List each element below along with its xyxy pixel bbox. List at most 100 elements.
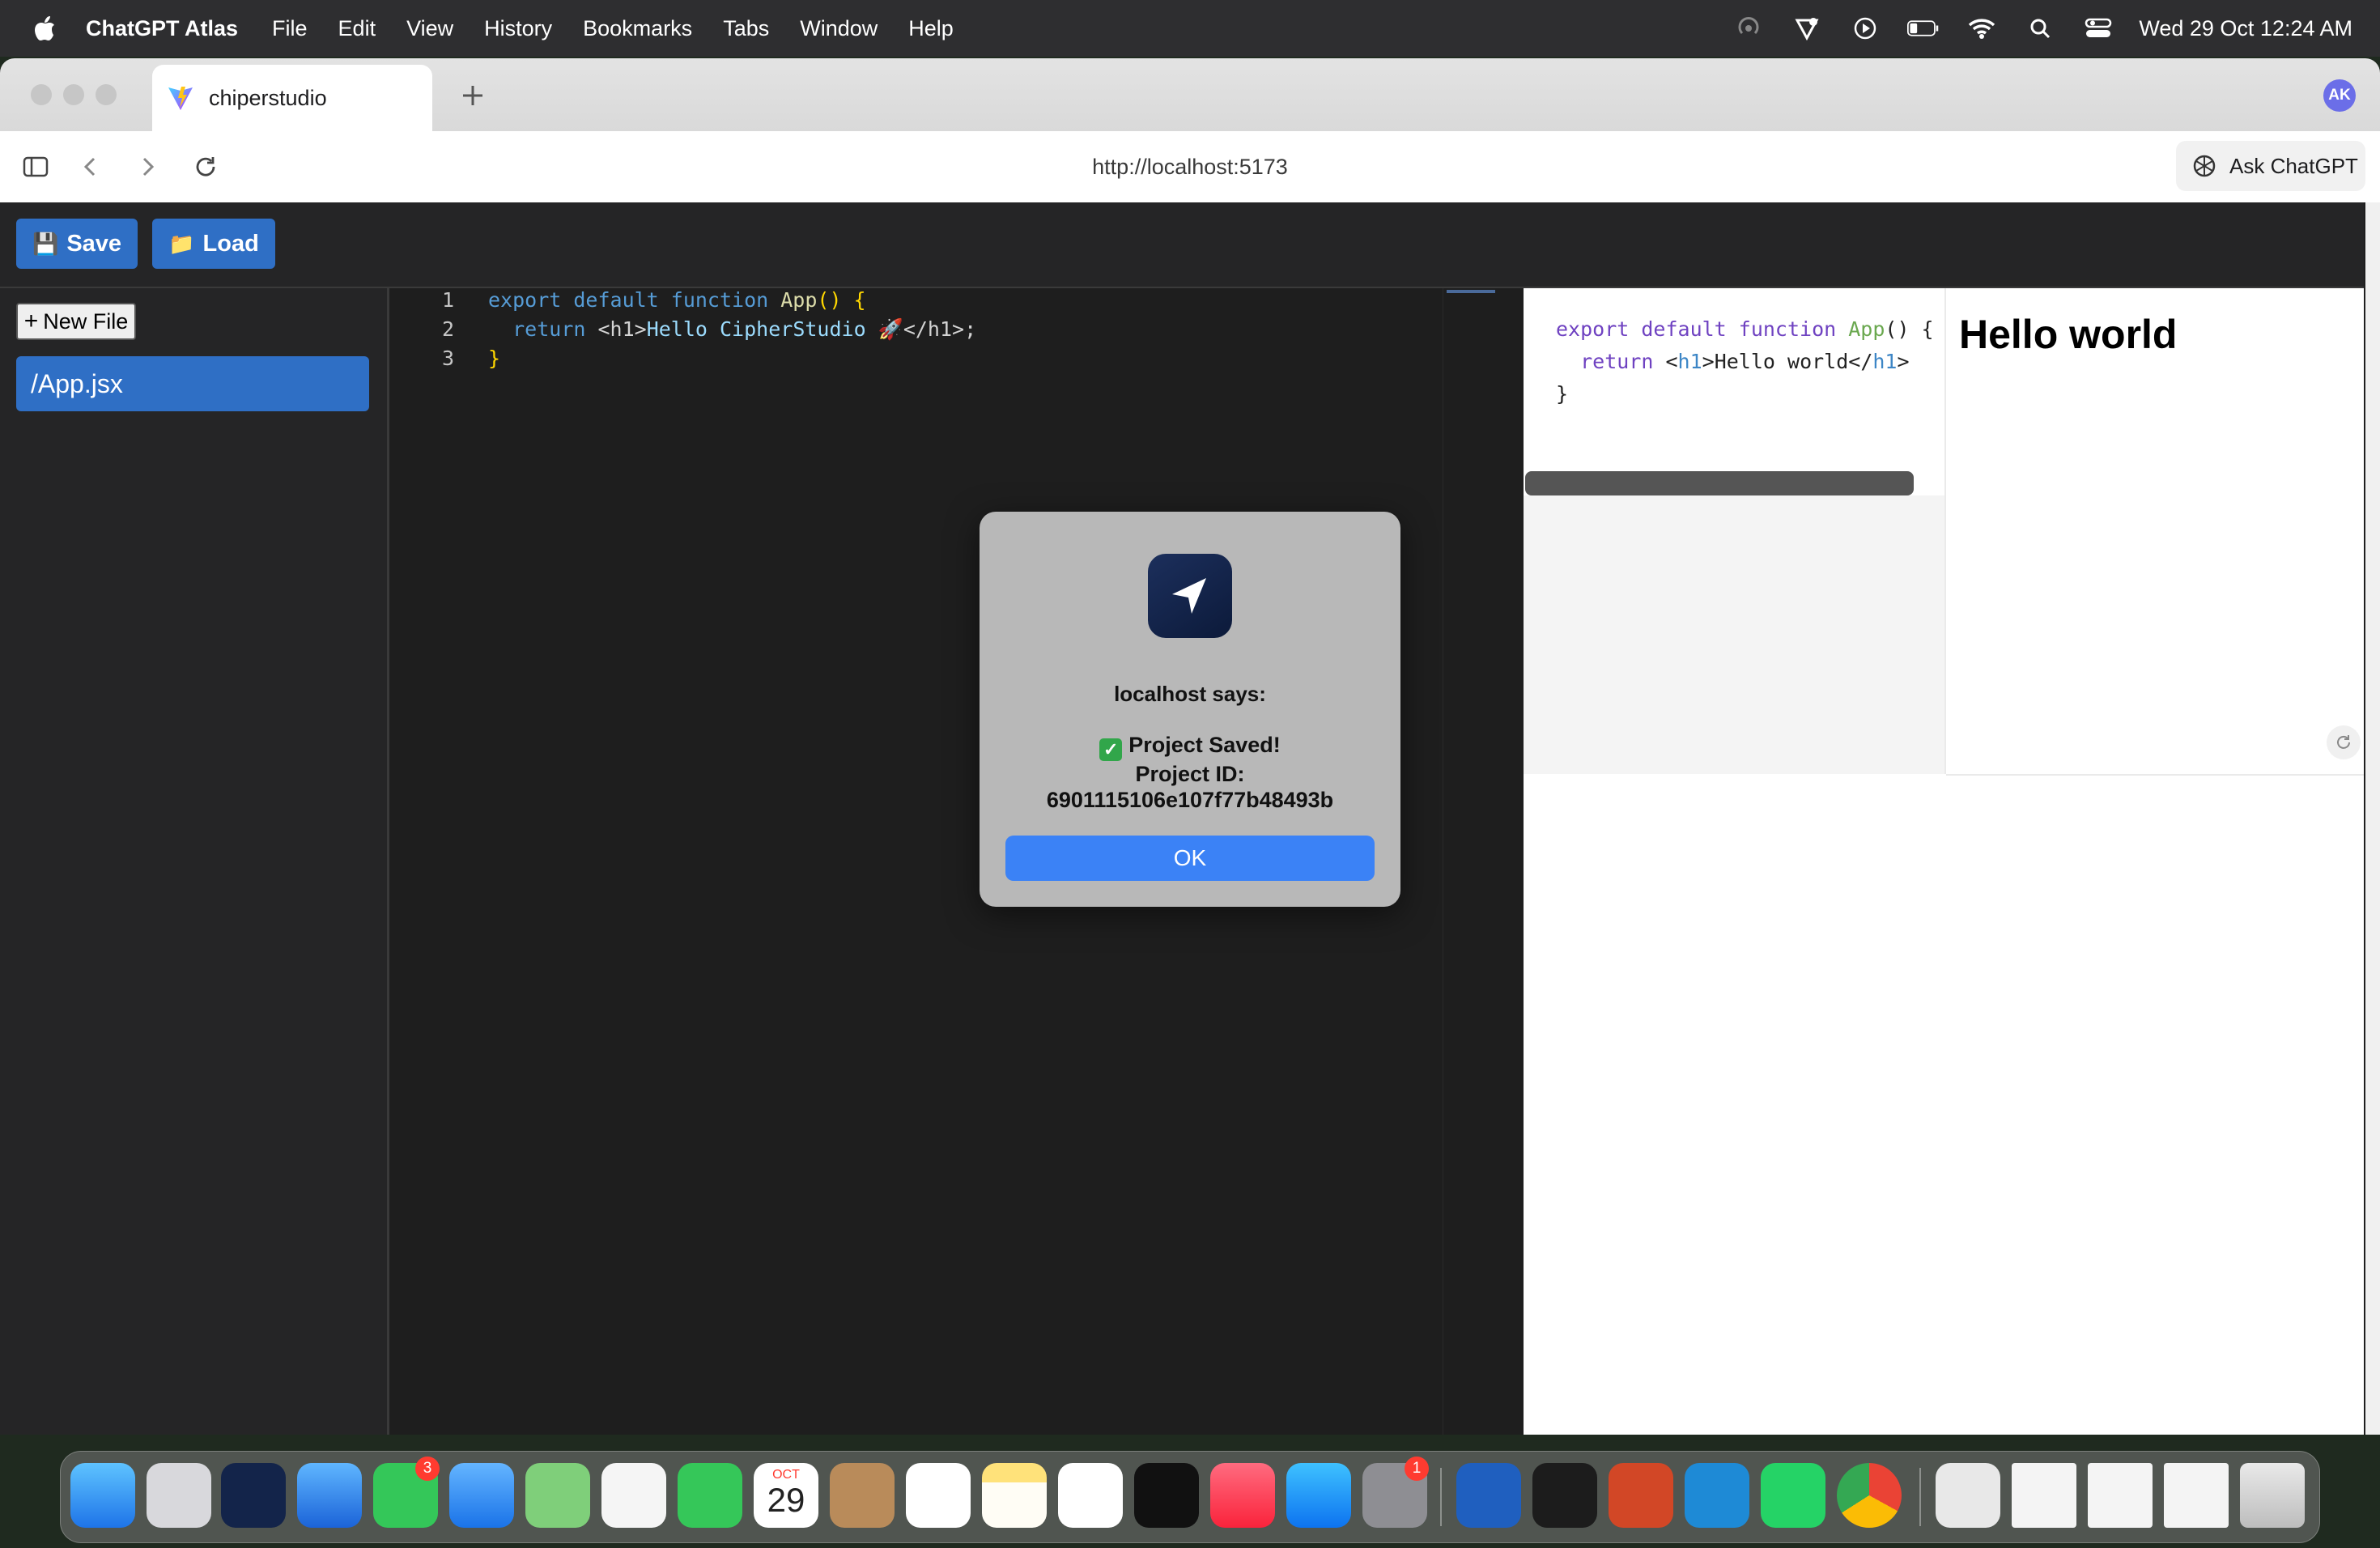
page-scrollbar[interactable]	[2365, 202, 2380, 1435]
menu-bar: ChatGPT Atlas File Edit View History Boo…	[0, 0, 2380, 57]
dialog-message-line-1: Project Saved!	[1128, 733, 1281, 757]
refresh-preview-button[interactable]	[2327, 725, 2361, 759]
new-file-label: New File	[43, 308, 129, 334]
menu-file[interactable]: File	[272, 16, 308, 41]
dock-calendar-icon[interactable]: OCT 29	[754, 1463, 818, 1528]
vpn-icon[interactable]	[1791, 15, 1823, 42]
dock-app-store-icon[interactable]	[1286, 1463, 1351, 1528]
code-line-1[interactable]: export default function App() {	[488, 288, 866, 312]
code-line-3[interactable]: }	[488, 347, 500, 370]
new-file-button[interactable]: + New File	[16, 303, 136, 340]
menu-help[interactable]: Help	[908, 16, 954, 41]
dock-terminal-icon[interactable]	[1532, 1463, 1597, 1528]
save-button-label: Save	[66, 230, 122, 257]
dock-mail-icon[interactable]	[449, 1463, 514, 1528]
play-icon[interactable]	[1849, 15, 1881, 42]
cipherstudio-app: 💾 Save 📁 Load + New File /App.jsx 1 2 3 …	[0, 202, 2380, 1435]
zoom-window-button[interactable]	[96, 84, 117, 105]
dock-preview-icon[interactable]	[1936, 1463, 2000, 1528]
chatgpt-atlas-icon	[1148, 554, 1232, 638]
back-icon[interactable]	[74, 151, 107, 183]
dock-reminders-icon[interactable]	[906, 1463, 971, 1528]
dock-finder-icon[interactable]	[70, 1463, 135, 1528]
dock-photos-icon[interactable]	[601, 1463, 666, 1528]
apple-icon[interactable]	[32, 15, 57, 42]
forward-icon[interactable]	[131, 151, 164, 183]
code-function-name: App	[780, 288, 818, 312]
code-keyword: export default function	[1556, 317, 1837, 341]
dock-music-icon[interactable]	[1210, 1463, 1275, 1528]
calendar-day: 29	[767, 1481, 805, 1519]
code-keyword: return	[1580, 350, 1654, 373]
dock-whatsapp-icon[interactable]	[1761, 1463, 1825, 1528]
settings-badge: 1	[1405, 1457, 1429, 1481]
horizontal-scrollbar[interactable]	[1525, 471, 1914, 495]
code-keyword: return	[512, 317, 586, 341]
dock-safari-icon[interactable]	[297, 1463, 362, 1528]
battery-icon[interactable]	[1907, 15, 1940, 42]
dock-freeform-icon[interactable]	[1058, 1463, 1123, 1528]
code-punctuation: <	[1665, 350, 1678, 373]
code-punctuation: () {	[1885, 317, 1934, 341]
menu-tabs[interactable]: Tabs	[723, 16, 769, 41]
code-tag: <h1>	[597, 317, 647, 341]
profile-avatar[interactable]: AK	[2323, 79, 2356, 112]
close-window-button[interactable]	[31, 84, 52, 105]
save-button[interactable]: 💾 Save	[16, 219, 138, 269]
dock-minimized-window-2[interactable]	[2088, 1463, 2153, 1528]
folder-icon: 📁	[168, 231, 195, 256]
dock-trash-icon[interactable]	[2240, 1463, 2305, 1528]
refresh-icon	[2337, 735, 2350, 749]
plus-icon[interactable]	[458, 81, 487, 110]
minimize-window-button[interactable]	[63, 84, 84, 105]
dock-minimized-window-1[interactable]	[2012, 1463, 2076, 1528]
menubar-clock[interactable]: Wed 29 Oct 12:24 AM	[2139, 16, 2352, 41]
sandpack-code-view[interactable]: export default function App() { return <…	[1524, 288, 1944, 495]
load-button[interactable]: 📁 Load	[152, 219, 275, 269]
plus-icon: +	[23, 308, 39, 334]
dialog-message: ✓ Project Saved! Project ID: 6901115106e1…	[980, 732, 1400, 813]
file-item-app-jsx[interactable]: /App.jsx	[16, 356, 369, 411]
menu-app-name[interactable]: ChatGPT Atlas	[86, 16, 238, 41]
reload-icon[interactable]	[189, 151, 222, 183]
dock-notes-icon[interactable]	[982, 1463, 1047, 1528]
dock-launchpad-icon[interactable]	[147, 1463, 211, 1528]
line-number: 3	[441, 347, 454, 370]
search-icon[interactable]	[2024, 15, 2056, 42]
ask-chatgpt-button[interactable]: Ask ChatGPT	[2176, 141, 2365, 191]
dock-apple-tv-icon[interactable]	[1134, 1463, 1199, 1528]
minimap-slider[interactable]	[1447, 290, 1495, 293]
load-button-label: Load	[202, 230, 259, 257]
browser-tab[interactable]: chiperstudio	[152, 65, 432, 131]
line-number: 2	[441, 317, 454, 341]
menu-view[interactable]: View	[406, 16, 453, 41]
menu-bookmarks[interactable]: Bookmarks	[583, 16, 692, 41]
control-center-icon[interactable]	[2082, 15, 2114, 42]
dock-contacts-icon[interactable]	[830, 1463, 895, 1528]
dock-powerpoint-icon[interactable]	[1609, 1463, 1673, 1528]
dock-word-icon[interactable]	[1456, 1463, 1521, 1528]
dock-vscode-icon[interactable]	[1685, 1463, 1749, 1528]
code-text: >Hello world</	[1702, 350, 1873, 373]
dock-minimized-window-3[interactable]	[2164, 1463, 2229, 1528]
menu-edit[interactable]: Edit	[338, 16, 376, 41]
menu-window[interactable]: Window	[800, 16, 878, 41]
wifi-icon[interactable]	[1966, 15, 1998, 42]
menu-history[interactable]: History	[484, 16, 552, 41]
dock-chrome-icon[interactable]	[1837, 1463, 1902, 1528]
dock-separator	[1440, 1468, 1442, 1526]
sidebar-toggle-icon[interactable]	[19, 151, 52, 183]
hotspot-icon[interactable]	[1732, 15, 1765, 42]
dock-facetime-icon[interactable]	[678, 1463, 742, 1528]
sandpack-preview: Hello world	[1946, 288, 2364, 776]
code-keyword: export default function	[488, 288, 769, 312]
dock-chatgpt-atlas-icon[interactable]	[221, 1463, 286, 1528]
vite-icon	[168, 87, 193, 110]
code-punctuation: () {	[817, 288, 866, 312]
browser-toolbar: http://localhost:5173 Ask ChatGPT	[0, 131, 2380, 203]
dock-maps-icon[interactable]	[525, 1463, 590, 1528]
code-line-2[interactable]: return <h1>Hello CipherStudio 🚀</h1>;	[488, 317, 976, 342]
address-bar[interactable]: http://localhost:5173	[0, 131, 2380, 202]
editor-minimap[interactable]	[1443, 288, 1508, 1435]
ok-button[interactable]: OK	[1005, 836, 1375, 881]
